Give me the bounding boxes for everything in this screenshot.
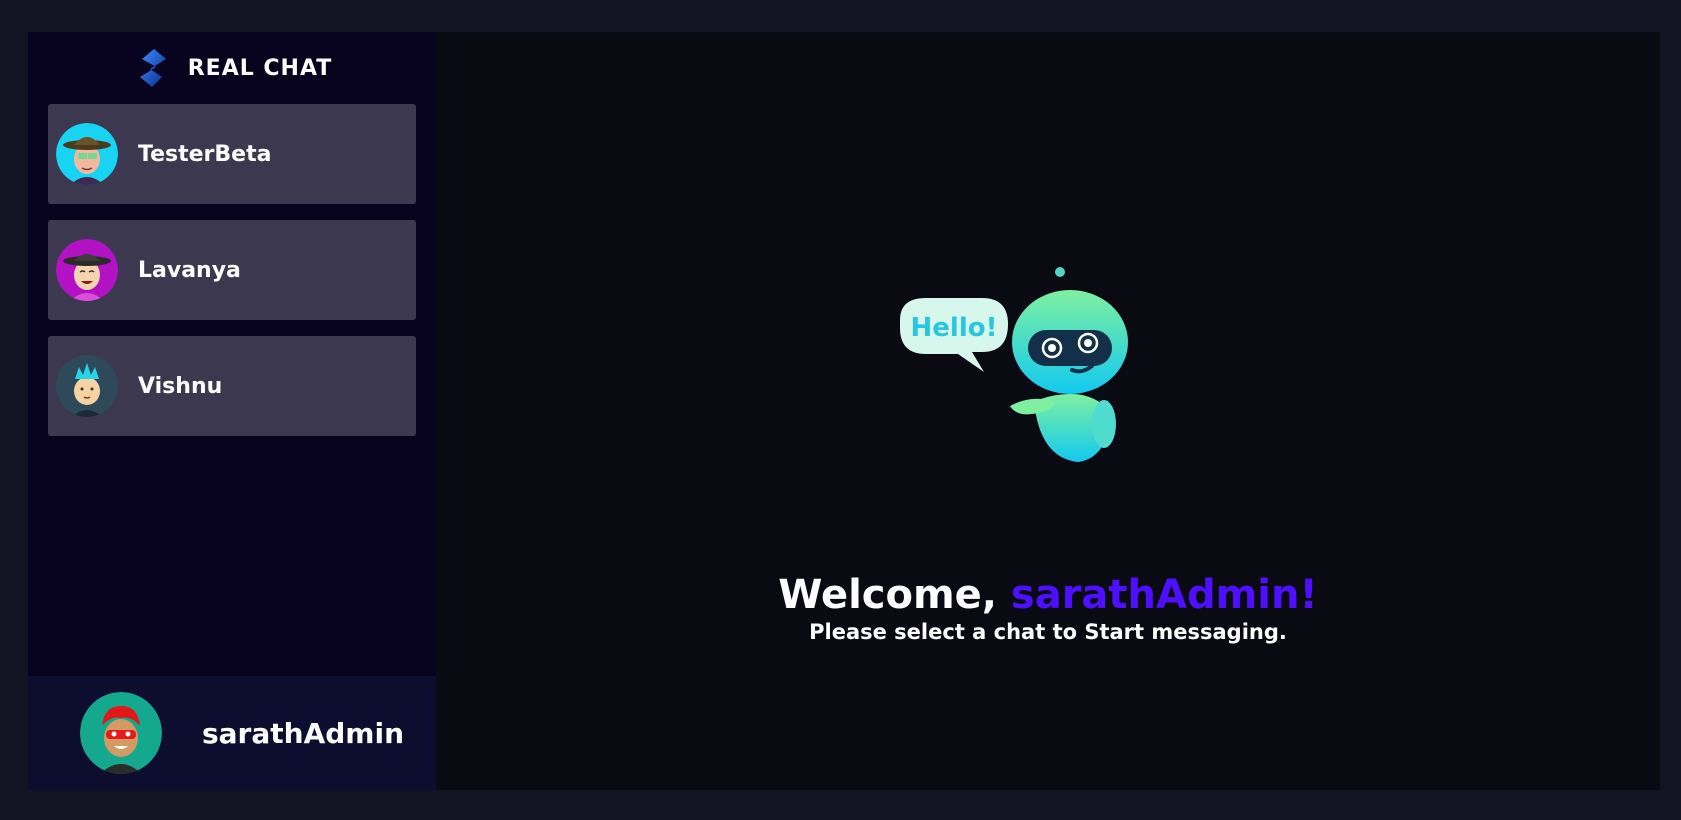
current-user-name: sarathAdmin xyxy=(202,716,405,750)
logo-icon xyxy=(139,49,166,87)
brand: REAL CHAT xyxy=(28,32,436,104)
current-user-avatar[interactable] xyxy=(80,692,162,774)
contact-name: Lavanya xyxy=(138,257,241,283)
app-container: REAL CHAT TesterBeta Lavanya Vishnu sara… xyxy=(28,32,1660,790)
brand-title: REAL CHAT xyxy=(187,55,333,81)
avatar xyxy=(56,355,118,417)
contact-item[interactable]: Lavanya xyxy=(48,220,416,320)
red-hair-avatar-icon xyxy=(80,692,162,774)
welcome-prefix: Welcome, xyxy=(778,572,1011,618)
contact-name: TesterBeta xyxy=(138,141,272,167)
contact-item[interactable]: Vishnu xyxy=(48,336,416,436)
welcome-panel: Hello! Welcome, sarathAdmin! Please sele… xyxy=(436,32,1660,790)
contact-item[interactable]: TesterBeta xyxy=(48,104,416,204)
avatar xyxy=(56,123,118,185)
robot-hello-icon: Hello! xyxy=(900,267,1128,462)
speech-bubble: Hello! xyxy=(900,298,1008,372)
hat-avatar-icon xyxy=(56,123,118,185)
contact-name: Vishnu xyxy=(138,373,223,399)
spiky-hair-avatar-icon xyxy=(56,355,118,417)
avatar xyxy=(56,239,118,301)
welcome-message: Welcome, sarathAdmin! Please select a ch… xyxy=(436,572,1660,644)
current-user-panel: sarathAdmin xyxy=(28,676,436,790)
welcome-username: sarathAdmin! xyxy=(1010,572,1318,618)
bubble-text: Hello! xyxy=(911,313,998,343)
hat-avatar-icon xyxy=(56,239,118,301)
welcome-subtitle: Please select a chat to Start messaging. xyxy=(809,620,1287,644)
contact-list: TesterBeta Lavanya Vishnu xyxy=(28,104,436,436)
sidebar: REAL CHAT TesterBeta Lavanya Vishnu sara… xyxy=(28,32,436,790)
welcome-title: Welcome, sarathAdmin! xyxy=(436,572,1660,618)
